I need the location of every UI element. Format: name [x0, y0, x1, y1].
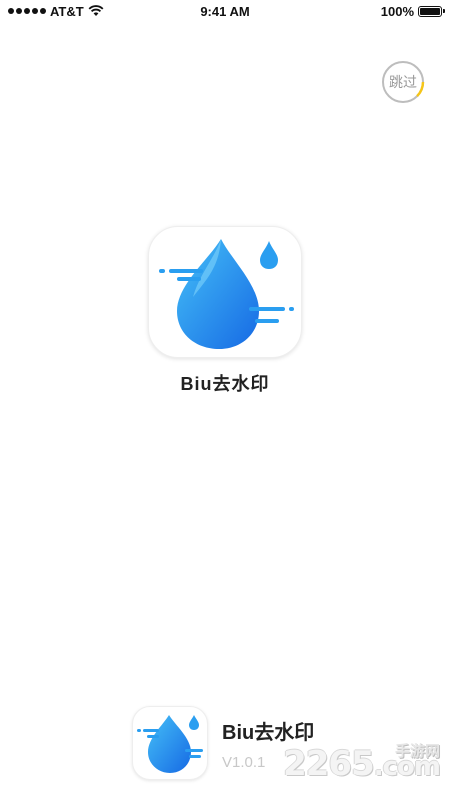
battery-icon: [418, 5, 445, 17]
site-watermark: 2265 .com 手游网: [283, 743, 441, 784]
app-name: Biu去水印: [180, 374, 270, 394]
small-app-logo: [132, 706, 208, 780]
bottom-app-name: Biu去水印: [222, 722, 315, 744]
status-left: AT&T: [8, 4, 104, 19]
app-logo: [148, 226, 302, 358]
signal-icon: [8, 8, 46, 14]
water-drop-icon: [159, 239, 294, 349]
watermark-site: 手游网: [394, 743, 440, 760]
carrier-label: AT&T: [50, 3, 84, 19]
skip-label: 跳过: [389, 74, 417, 90]
small-water-drop-icon: [137, 715, 203, 773]
watermark-number: 2265: [283, 744, 375, 784]
app-version: V1.0.1: [222, 754, 266, 771]
skip-button[interactable]: 跳过: [381, 60, 425, 104]
status-bar: AT&T 9:41 AM 100%: [0, 0, 450, 22]
status-right: 100%: [380, 3, 445, 19]
battery-percent: 100%: [380, 3, 414, 19]
wifi-icon: [88, 5, 104, 16]
